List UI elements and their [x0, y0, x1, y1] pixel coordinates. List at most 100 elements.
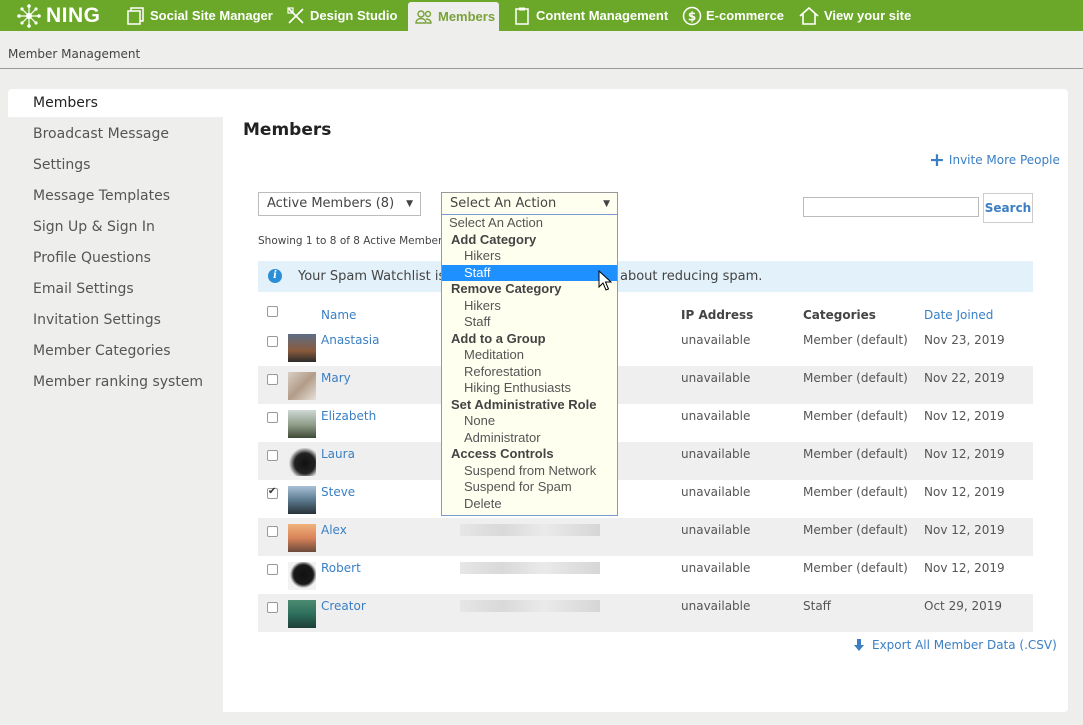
export-member-data-link[interactable]: Export All Member Data (.CSV) — [852, 638, 1057, 652]
invite-more-people-link[interactable]: + Invite More People — [929, 149, 1060, 171]
nav-view-your-site[interactable]: View your site — [798, 0, 911, 31]
sidebar-item-member-ranking-system[interactable]: Member ranking system — [33, 372, 203, 392]
member-name-link[interactable]: Steve — [321, 485, 355, 499]
avatar — [288, 524, 316, 552]
ip-address: unavailable — [681, 409, 751, 423]
sidebar-item-broadcast-message[interactable]: Broadcast Message — [33, 124, 169, 144]
sidebar-item-sign-up-sign-in[interactable]: Sign Up & Sign In — [33, 217, 155, 237]
action-select[interactable]: Select An Action ▼ — [441, 192, 618, 216]
dropdown-option-add-staff[interactable]: Staff — [442, 264, 617, 281]
member-name-link[interactable]: Creator — [321, 599, 366, 613]
dropdown-arrow-icon: ▼ — [406, 199, 413, 209]
dropdown-option-select-an-action[interactable]: Select An Action — [442, 215, 617, 232]
dropdown-option-suspend-for-spam[interactable]: Suspend for Spam — [442, 479, 617, 496]
dropdown-arrow-icon: ▼ — [603, 199, 610, 209]
clipboard-icon — [515, 7, 529, 25]
select-all-checkbox[interactable] — [267, 306, 278, 317]
redacted-email — [460, 562, 600, 574]
ip-address: unavailable — [681, 561, 751, 575]
member-name-link[interactable]: Anastasia — [321, 333, 379, 347]
divider — [0, 68, 1083, 69]
dropdown-option-remove-staff[interactable]: Staff — [442, 314, 617, 331]
ning-logo[interactable]: NING — [16, 3, 101, 29]
member-category: Member (default) — [803, 409, 908, 423]
redacted-email — [460, 524, 600, 536]
member-category: Staff — [803, 599, 831, 613]
member-category: Member (default) — [803, 485, 908, 499]
dropdown-option-remove-hikers[interactable]: Hikers — [442, 298, 617, 315]
column-header-date-joined[interactable]: Date Joined — [924, 308, 993, 322]
row-checkbox[interactable] — [267, 486, 278, 499]
page-subtitle: Member Management — [8, 47, 141, 61]
mouse-cursor-icon — [598, 270, 612, 291]
row-checkbox[interactable] — [267, 526, 278, 537]
nav-label: Content Management — [536, 8, 669, 23]
date-joined: Nov 23, 2019 — [924, 333, 1005, 347]
row-checkbox[interactable] — [267, 564, 278, 575]
date-joined: Nov 12, 2019 — [924, 561, 1005, 575]
top-nav-bar: NING Social Site Manager Design Studio M… — [0, 0, 1083, 31]
nav-label: Social Site Manager — [150, 8, 273, 23]
row-checkbox[interactable] — [267, 374, 278, 385]
nav-ecommerce[interactable]: $ E-commerce — [682, 0, 784, 31]
member-filter-select[interactable]: Active Members (8) ▼ — [258, 192, 421, 216]
row-checkbox[interactable] — [267, 602, 278, 613]
dropdown-option-reforestation[interactable]: Reforestation — [442, 364, 617, 381]
dropdown-option-suspend-from-network[interactable]: Suspend from Network — [442, 463, 617, 480]
date-joined: Nov 12, 2019 — [924, 409, 1005, 423]
avatar — [288, 600, 316, 628]
dropdown-option-meditation[interactable]: Meditation — [442, 347, 617, 364]
row-checkbox[interactable] — [267, 336, 278, 347]
dropdown-group-access-controls: Access Controls — [451, 446, 554, 461]
member-name-link[interactable]: Mary — [321, 371, 351, 385]
table-row: Steve unavailable Member (default) Nov 1… — [258, 480, 1033, 518]
dropdown-option-administrator[interactable]: Administrator — [442, 430, 617, 447]
page-title: Members — [243, 120, 332, 140]
member-category: Member (default) — [803, 333, 908, 347]
nav-social-site-manager[interactable]: Social Site Manager — [126, 0, 273, 31]
sidebar-item-members[interactable]: Members — [33, 93, 98, 113]
sidebar-item-settings[interactable]: Settings — [33, 155, 90, 175]
member-category: Member (default) — [803, 561, 908, 575]
member-name-link[interactable]: Laura — [321, 447, 355, 461]
date-joined: Nov 12, 2019 — [924, 485, 1005, 499]
member-category: Member (default) — [803, 447, 908, 461]
dropdown-option-add-hikers[interactable]: Hikers — [442, 248, 617, 265]
column-header-name[interactable]: Name — [321, 308, 356, 322]
nav-label: Design Studio — [310, 8, 398, 23]
filter-select-value: Active Members (8) — [267, 196, 395, 211]
logo-text: NING — [46, 4, 101, 27]
action-dropdown-list: Select An Action Add Category Hikers Sta… — [441, 214, 618, 516]
member-name-link[interactable]: Alex — [321, 523, 347, 537]
members-icon — [415, 9, 432, 24]
table-row: Elizabeth unavailable Member (default) N… — [258, 404, 1033, 442]
table-row: Alex unavailable Member (default) Nov 12… — [258, 518, 1033, 556]
row-checkbox[interactable] — [267, 412, 278, 423]
plus-icon: + — [929, 149, 945, 171]
member-name-link[interactable]: Robert — [321, 561, 361, 575]
table-row: Robert unavailable Member (default) Nov … — [258, 556, 1033, 594]
info-icon: i — [268, 269, 282, 283]
dropdown-option-none[interactable]: None — [442, 413, 617, 430]
sidebar-item-invitation-settings[interactable]: Invitation Settings — [33, 310, 161, 330]
search-button[interactable]: Search — [983, 193, 1033, 223]
dropdown-option-delete[interactable]: Delete — [442, 496, 617, 513]
date-joined: Oct 29, 2019 — [924, 599, 1002, 613]
sidebar-item-email-settings[interactable]: Email Settings — [33, 279, 134, 299]
date-joined: Nov 12, 2019 — [924, 523, 1005, 537]
sidebar-item-profile-questions[interactable]: Profile Questions — [33, 248, 151, 268]
action-select-value: Select An Action — [450, 196, 557, 211]
dropdown-option-hiking-enthusiasts[interactable]: Hiking Enthusiasts — [442, 380, 617, 397]
ip-address: unavailable — [681, 523, 751, 537]
nav-content-management[interactable]: Content Management — [512, 0, 668, 31]
nav-design-studio[interactable]: Design Studio — [286, 0, 397, 31]
table-row: Mary unavailable Member (default) Nov 22… — [258, 366, 1033, 404]
ning-logo-icon — [17, 4, 41, 28]
row-checkbox[interactable] — [267, 450, 278, 461]
nav-members[interactable]: Members — [408, 2, 499, 31]
sidebar-item-message-templates[interactable]: Message Templates — [33, 186, 170, 206]
dropdown-group-add-to-group: Add to a Group — [451, 330, 546, 346]
member-name-link[interactable]: Elizabeth — [321, 409, 376, 423]
search-input[interactable] — [803, 197, 979, 217]
sidebar-item-member-categories[interactable]: Member Categories — [33, 341, 171, 361]
